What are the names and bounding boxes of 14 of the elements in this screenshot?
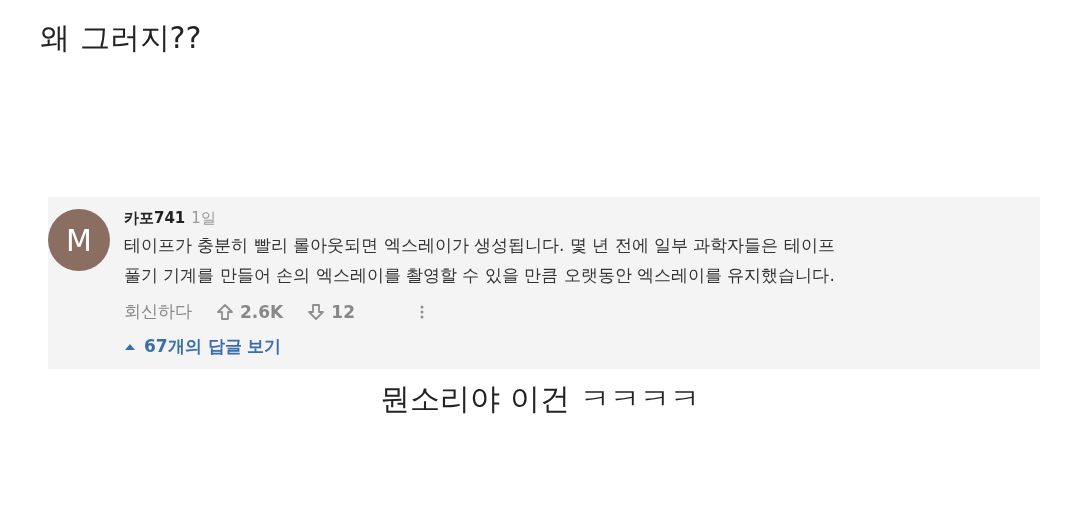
comment-text: 테이프가 충분히 빨리 롤아웃되면 엑스레이가 생성됩니다. 몇 년 전에 일부 과학자들은 테이프 풀기 기계를 만들어 손의 엑스레이를 촬영할 수 있을 만큼 오랫동안 엑스레이를 유지했습니다.	[124, 234, 835, 287]
comment-author[interactable]: 카포741	[124, 209, 186, 228]
upvote-button[interactable]: 2.6K	[216, 301, 284, 322]
post-title: 왜 그러지??	[40, 19, 203, 57]
down-arrow-icon	[307, 302, 326, 321]
reply-button[interactable]: 회신하다	[124, 300, 192, 323]
comment-time: 1일	[191, 209, 216, 228]
more-icon[interactable]	[418, 303, 425, 320]
caption: 뭔소리야 이건 ㅋㅋㅋㅋ	[379, 380, 701, 418]
view-replies-button[interactable]: 67개의 답글 보기	[124, 335, 282, 358]
avatar: M	[48, 209, 110, 271]
caret-icon	[124, 342, 136, 351]
up-arrow-icon	[216, 302, 234, 321]
downvote-button[interactable]: 12	[307, 301, 355, 322]
